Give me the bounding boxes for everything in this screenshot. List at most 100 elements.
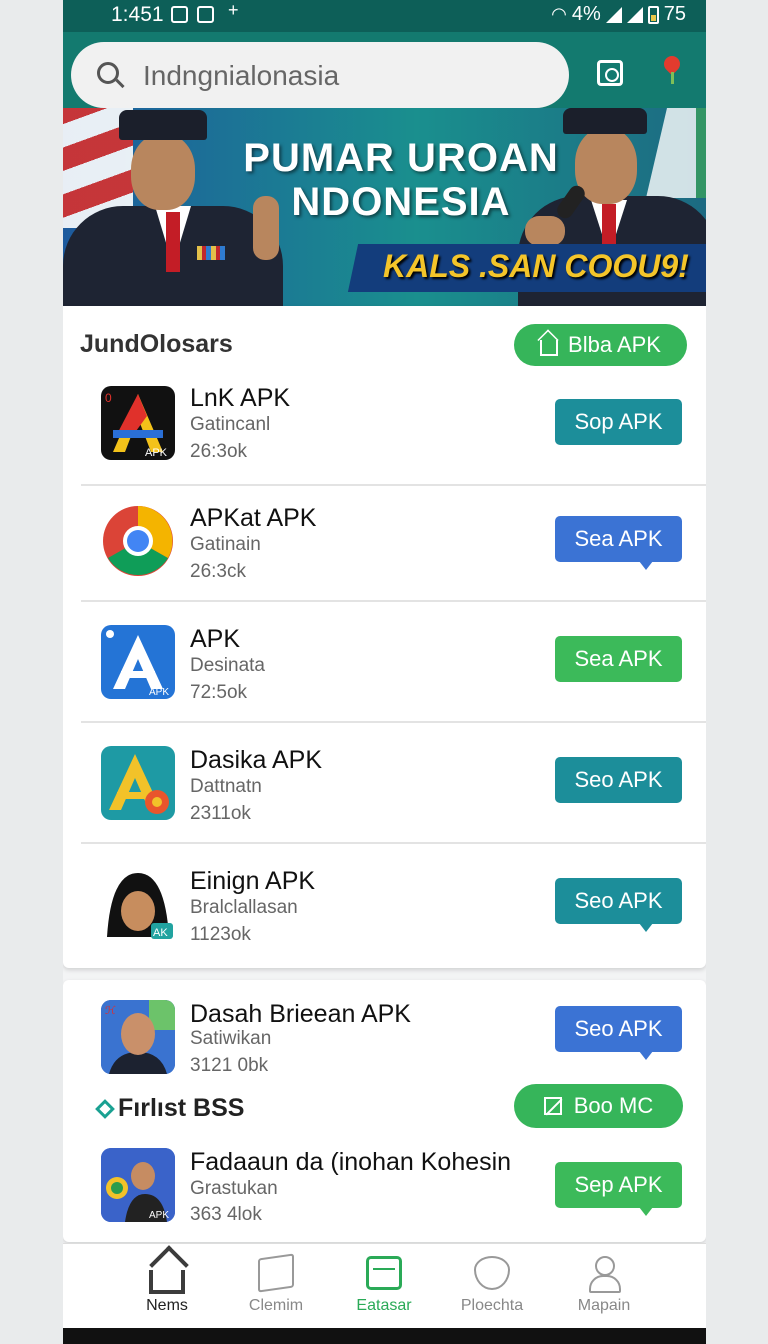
app-name: APKat APK bbox=[190, 504, 317, 532]
banner-title-line1: PUMAR UROAN bbox=[243, 136, 559, 180]
signal-icon-2 bbox=[626, 6, 643, 23]
app-name: Fadaaun da (inohan Kohesin bbox=[190, 1148, 512, 1176]
svg-text:0: 0 bbox=[105, 391, 112, 405]
location-pin-stem bbox=[671, 72, 674, 84]
nav-label: Nems bbox=[146, 1297, 188, 1314]
app-icon-dasika bbox=[101, 746, 175, 820]
system-navigation-bar bbox=[63, 1328, 706, 1344]
list-item[interactable]: AK Einign APK Bralclallasan 1123ok Seo A… bbox=[81, 845, 706, 965]
download-button[interactable]: Sop APK bbox=[555, 399, 682, 445]
box-icon bbox=[366, 1256, 402, 1290]
app-size: 363 4lok bbox=[190, 1204, 262, 1225]
nav-item-home[interactable]: Nems bbox=[112, 1244, 222, 1329]
app-icon-fadaaun: APK bbox=[101, 1148, 175, 1222]
diamond-icon bbox=[95, 1098, 115, 1119]
document-icon bbox=[258, 1253, 294, 1293]
section2-title: Fırlıst BSS bbox=[95, 1094, 245, 1123]
nav-item-clemim[interactable]: Clemim bbox=[221, 1244, 331, 1329]
download-button[interactable]: Sea APK bbox=[555, 516, 682, 570]
app-size: 1123ok bbox=[190, 924, 251, 945]
promo-banner[interactable]: PUMAR UROAN NDONESIA KALS .SAN COOU9! bbox=[63, 108, 706, 306]
app-category: Desinata bbox=[190, 655, 265, 676]
nav-label: Eatasar bbox=[356, 1297, 412, 1314]
app-header: Indngnialonasia bbox=[63, 32, 706, 110]
box-icon bbox=[543, 1097, 562, 1115]
nav-item-eatasar[interactable]: Eatasar bbox=[329, 1244, 439, 1329]
app-name: APK bbox=[190, 625, 241, 653]
bottom-navigation: Nems Clemim Eatasar Ploechta Mapain bbox=[63, 1243, 706, 1328]
nav-item-ploechta[interactable]: Ploechta bbox=[437, 1244, 547, 1329]
notification-icon bbox=[171, 6, 188, 23]
app-name: Einign APK bbox=[190, 867, 316, 895]
search-bar[interactable]: Indngnialonasia bbox=[71, 42, 569, 108]
app-size: 26:3ok bbox=[190, 441, 248, 462]
svg-text:ℋ: ℋ bbox=[105, 1005, 116, 1017]
app-list-card: JundOlosars Blba APK APK 0 LnK APK Gatin… bbox=[63, 306, 706, 968]
home-icon bbox=[149, 1270, 185, 1294]
section-apk-button-label: Blba APK bbox=[568, 332, 661, 357]
list-item[interactable]: APKat APK Gatinain 26:3ck Sea APK bbox=[81, 482, 706, 602]
app-category: Dattnatn bbox=[190, 776, 262, 797]
featured-card: ℋ Dasah Brieean APK Satiwikan 3121 0bk S… bbox=[63, 980, 706, 1242]
app-icon-einign: AK bbox=[101, 867, 175, 941]
download-button[interactable]: Sea APK bbox=[555, 636, 682, 682]
svg-text:AK: AK bbox=[153, 927, 168, 939]
app-name: LnK APK bbox=[190, 384, 291, 412]
download-button[interactable]: Seo APK bbox=[555, 1006, 682, 1060]
svg-text:APK: APK bbox=[149, 1210, 169, 1221]
download-button[interactable]: Seo APK bbox=[555, 878, 682, 932]
battery-level: 75 bbox=[663, 3, 686, 25]
app-category: Satiwikan bbox=[190, 1028, 272, 1049]
list-item[interactable]: APK APK Desinata 72:5ok Sea APK bbox=[81, 603, 706, 723]
scan-icon[interactable] bbox=[597, 60, 623, 86]
section2-button[interactable]: Boo MC bbox=[514, 1084, 683, 1128]
battery-percent: 4% bbox=[571, 3, 601, 25]
nav-label: Clemim bbox=[248, 1297, 304, 1314]
banner-title-line2: NDONESIA bbox=[291, 180, 511, 224]
shield-icon bbox=[474, 1256, 510, 1290]
section2-title-text: Fırlıst BSS bbox=[118, 1094, 245, 1122]
download-button[interactable]: Sep APK bbox=[555, 1162, 682, 1216]
svg-text:APK: APK bbox=[149, 687, 169, 698]
banner-subtitle: KALS .SAN COOU9! bbox=[383, 248, 689, 284]
app-name: Dasika APK bbox=[190, 746, 323, 774]
app-category: Bralclallasan bbox=[190, 897, 298, 918]
app-icon-dasah: ℋ bbox=[101, 1000, 175, 1074]
banner-title: PUMAR UROAN NDONESIA bbox=[231, 136, 571, 224]
app-name: Dasah Brieean APK bbox=[190, 1000, 411, 1028]
search-input[interactable]: Indngnialonasia bbox=[143, 60, 339, 92]
svg-text:APK: APK bbox=[145, 447, 168, 459]
list-item[interactable]: ℋ Dasah Brieean APK Satiwikan 3121 0bk S… bbox=[81, 980, 706, 1084]
download-button[interactable]: Seo APK bbox=[555, 757, 682, 803]
app-icon-chrome bbox=[101, 504, 175, 578]
house-icon bbox=[540, 340, 559, 356]
status-time: 1:451 bbox=[111, 3, 164, 26]
nav-item-mapain[interactable]: Mapain bbox=[549, 1244, 659, 1329]
nav-label: Mapain bbox=[577, 1297, 631, 1314]
status-plus: + bbox=[228, 0, 239, 20]
section-title: JundOlosars bbox=[80, 330, 233, 358]
app-category: Gatinain bbox=[190, 534, 261, 555]
app-size: 2311ok bbox=[190, 803, 251, 824]
flag-right bbox=[646, 108, 706, 198]
app-category: Grastukan bbox=[190, 1178, 278, 1199]
app-icon-apk: APK bbox=[101, 625, 175, 699]
status-bar: 1:451 + ◠ 4% 75 bbox=[63, 0, 706, 32]
list-item[interactable]: APK 0 LnK APK Gatincanl 26:3ok Sop APK bbox=[81, 366, 706, 486]
list-item[interactable]: Dasika APK Dattnatn 2311ok Seo APK bbox=[81, 724, 706, 844]
app-icon-lnk: APK 0 bbox=[101, 386, 175, 460]
list-item[interactable]: APK Fadaaun da (inohan Kohesin Grastukan… bbox=[81, 1140, 706, 1240]
user-icon bbox=[586, 1256, 622, 1293]
section-apk-button[interactable]: Blba APK bbox=[514, 324, 687, 366]
app-size: 3121 0bk bbox=[190, 1055, 269, 1076]
app-size: 26:3ck bbox=[190, 561, 246, 582]
nav-label: Ploechta bbox=[460, 1297, 524, 1314]
phone-screen: 1:451 + ◠ 4% 75 Indngnialonasia PUMAR UR… bbox=[63, 0, 706, 1344]
section2-button-label: Boo MC bbox=[573, 1093, 654, 1118]
battery-icon bbox=[647, 5, 659, 24]
status-right: ◠ 4% 75 bbox=[551, 3, 686, 26]
signal-icon bbox=[605, 6, 622, 23]
search-icon bbox=[97, 62, 119, 84]
image-notification-icon bbox=[197, 6, 214, 23]
app-size: 72:5ok bbox=[190, 682, 248, 703]
